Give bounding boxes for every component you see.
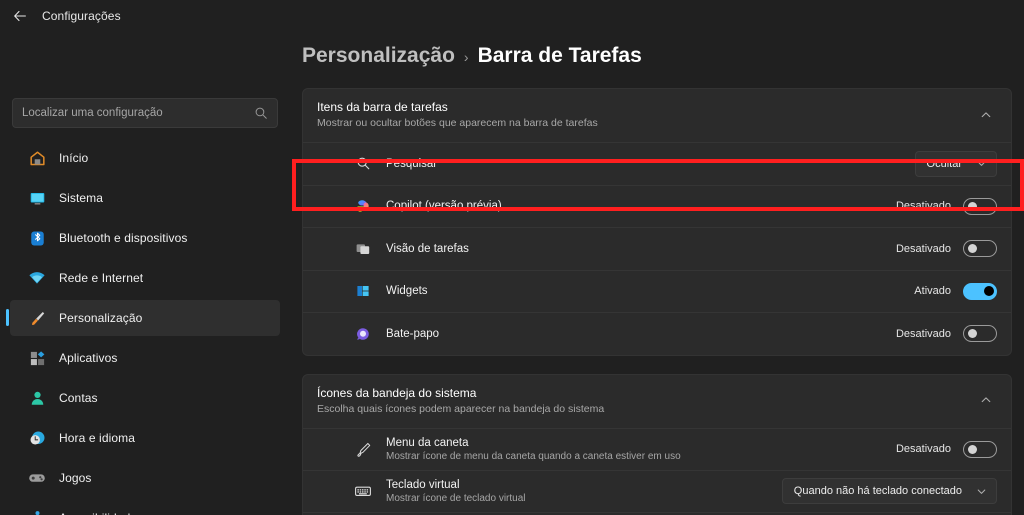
breadcrumb-parent[interactable]: Personalização [302,44,455,68]
sidebar-item-inicio[interactable]: Início [10,140,280,176]
sidebar-item-label: Jogos [59,471,92,485]
task-view-icon [353,239,373,259]
main-content: Personalização › Barra de Tarefas Itens … [290,32,1024,515]
row-visao-de-tarefas[interactable]: Visão de tarefas Desativado [303,227,1011,270]
section-header[interactable]: Ícones da bandeja do sistema Escolha qua… [303,375,1011,428]
chat-toggle[interactable] [963,325,997,343]
section-header[interactable]: Itens da barra de tarefas Mostrar ou ocu… [303,89,1011,142]
home-icon [28,149,46,167]
search-icon [255,107,267,119]
section-title: Ícones da bandeja do sistema [317,385,477,400]
chevron-up-icon[interactable] [975,104,997,126]
sidebar-item-label: Contas [59,391,98,405]
pesquisar-dropdown[interactable]: Ocultar [914,150,997,177]
toggle-state-label: Desativado [895,327,951,340]
wifi-icon [28,269,46,287]
system-monitor-icon [28,189,46,207]
chevron-up-icon[interactable] [975,389,997,411]
accessibility-person-icon [28,509,46,515]
task-view-toggle[interactable] [963,240,997,258]
search-input[interactable] [22,107,254,119]
back-arrow-icon [14,10,26,22]
copilot-icon [353,196,373,216]
sidebar-nav: Início Sistema Bluetooth e dispositivos … [0,140,290,515]
row-title: Bate-papo [386,327,440,340]
section-system-tray-icons: Ícones da bandeja do sistema Escolha qua… [302,373,1012,515]
section-taskbar-items: Itens da barra de tarefas Mostrar ou ocu… [302,88,1012,356]
back-button[interactable] [4,0,36,32]
sidebar-item-contas[interactable]: Contas [10,380,280,416]
accounts-person-icon [28,389,46,407]
row-copilot[interactable]: Copilot (versão prévia) Desativado [303,184,1011,228]
row-menu-da-caneta[interactable]: Menu da caneta Mostrar ícone de menu da … [303,427,1011,470]
sidebar-item-label: Bluetooth e dispositivos [59,231,188,245]
row-title: Widgets [386,285,428,298]
sidebar-item-label: Acessibilidade [59,511,137,515]
sidebar-item-label: Início [59,151,89,165]
row-touchpad-virtual[interactable]: Touchpad virtual Sempre mostrar o ícone … [303,511,1011,515]
page-title: Barra de Tarefas [477,44,642,67]
breadcrumb-separator-icon: › [463,49,469,65]
keyboard-icon [353,481,373,501]
section-subtitle: Mostrar ou ocultar botões que aparecem n… [317,117,598,129]
sidebar: Início Sistema [0,32,290,515]
breadcrumb: Personalização › Barra de Tarefas [290,32,1024,68]
section-subtitle: Escolha quais ícones podem aparecer na b… [317,402,605,415]
title-bar: Configurações [0,0,1024,32]
row-title: Teclado virtual [386,478,460,491]
sidebar-item-label: Personalização [59,311,143,325]
sidebar-item-label: Aplicativos [59,351,118,365]
sidebar-item-acessibilidade[interactable]: Acessibilidade [10,500,280,515]
sidebar-item-hora-idioma[interactable]: Hora e idioma [10,420,280,456]
widgets-icon [353,281,373,301]
app-title: Configurações [42,9,121,23]
row-widgets[interactable]: Widgets Ativado [303,269,1011,313]
paintbrush-icon [28,309,46,327]
chat-bubble-icon [353,324,373,344]
section-title: Itens da barra de tarefas [317,100,448,114]
sidebar-item-label: Rede e Internet [59,271,144,285]
toggle-state-label: Desativado [895,242,951,255]
sidebar-item-personalizacao[interactable]: Personalização [6,300,280,336]
row-title: Pesquisar [386,157,438,170]
row-subtitle: Mostrar ícone de teclado virtual [386,492,526,504]
apps-icon [28,349,46,367]
pen-menu-toggle[interactable] [963,440,997,458]
clock-globe-icon [28,429,46,447]
toggle-state-label: Desativado [895,443,951,455]
widgets-toggle[interactable] [963,282,997,300]
gamepad-icon [28,469,46,487]
sidebar-item-jogos[interactable]: Jogos [10,460,280,496]
toggle-state-label: Desativado [895,200,951,213]
chevron-down-icon [977,489,986,494]
row-title: Visão de tarefas [386,242,469,255]
sidebar-item-bluetooth[interactable]: Bluetooth e dispositivos [10,220,280,256]
dropdown-value: Quando não há teclado conectado [793,485,962,497]
row-title: Menu da caneta [386,436,469,449]
dropdown-value: Ocultar [926,157,962,170]
search-box[interactable] [12,98,278,128]
sidebar-item-label: Sistema [59,191,104,205]
row-teclado-virtual[interactable]: Teclado virtual Mostrar ícone de teclado… [303,469,1011,512]
row-subtitle: Mostrar ícone de menu da caneta quando a… [386,450,681,462]
sidebar-item-label: Hora e idioma [59,431,136,445]
search-icon [353,154,373,174]
toggle-state-label: Ativado [914,285,951,298]
chevron-down-icon [977,161,986,167]
row-title: Copilot (versão prévia) [386,200,502,213]
bluetooth-icon [28,229,46,247]
teclado-virtual-dropdown[interactable]: Quando não há teclado conectado [781,478,997,504]
settings-window: Configurações Início [0,0,1024,515]
sidebar-item-aplicativos[interactable]: Aplicativos [10,340,280,376]
sidebar-item-sistema[interactable]: Sistema [10,180,280,216]
row-bate-papo[interactable]: Bate-papo Desativado [303,312,1011,355]
copilot-toggle[interactable] [963,197,997,215]
row-pesquisar[interactable]: Pesquisar Ocultar [303,142,1011,185]
sidebar-item-rede[interactable]: Rede e Internet [10,260,280,296]
pen-icon [353,439,373,459]
